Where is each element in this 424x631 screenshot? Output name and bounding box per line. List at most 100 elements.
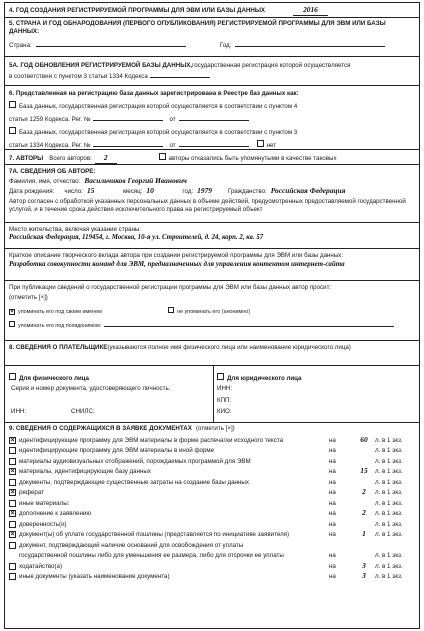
authors-count-label: Всего авторов:: [49, 155, 92, 162]
items-sheets-label: л. в 1 экз.: [375, 499, 403, 507]
dob-label: Дата рождения:: [9, 188, 55, 196]
legal-entity-checkbox[interactable]: [217, 373, 224, 380]
payer-details: Для физического лица Серия и номер докум…: [5, 366, 419, 423]
db-1259-date-field[interactable]: [178, 114, 249, 121]
anonymous-checkbox[interactable]: [168, 306, 174, 313]
items-text: иные материалы:: [19, 499, 70, 507]
items-text: реферат: [19, 489, 44, 497]
tail_items-na-label: на: [329, 573, 336, 581]
exemption-na-label: на: [329, 552, 336, 560]
items-sheets-label: л. в 1 экз.: [375, 436, 403, 444]
update-year-field[interactable]: [149, 71, 210, 79]
items-na-label: на: [329, 499, 336, 507]
section-8: 8. СВЕДЕНИЯ О ПЛАТЕЛЬЩИКЕ (указываются п…: [5, 341, 419, 366]
country-field[interactable]: [35, 40, 186, 47]
items-na-label: на: [329, 510, 336, 518]
items-checkbox[interactable]: [9, 520, 16, 528]
items-text: материалы аудиовизуальных отображений, п…: [19, 457, 251, 465]
items-checkbox[interactable]: ×: [9, 436, 16, 444]
year-value[interactable]: 1979: [197, 186, 212, 196]
items-checkbox[interactable]: ×: [9, 531, 16, 539]
db-1259-regno-field[interactable]: [93, 114, 164, 121]
items-checkbox[interactable]: [9, 447, 16, 455]
section-8-subtitle: (указываются полное имя физического лица…: [107, 344, 351, 351]
tail_items-sheet-count[interactable]: 3: [353, 571, 375, 581]
items-sheet-count[interactable]: 2: [353, 487, 375, 497]
tail_items-text: ходатайство(а): [19, 562, 63, 570]
creation-year-value[interactable]: 2016: [293, 5, 328, 16]
items-checkbox[interactable]: ×: [9, 489, 16, 497]
no-checkbox[interactable]: [256, 139, 264, 147]
documents-list: × идентифицирующие программу для ЭВМ мате…: [9, 435, 415, 540]
section-5a: 5А. ГОД ОБНОВЛЕНИЯ РЕГИСТРИРУЕМОЙ БАЗЫ Д…: [5, 57, 419, 86]
db-1334-checkbox[interactable]: [9, 127, 16, 135]
publication-year-field[interactable]: [235, 40, 386, 47]
kpp-label: КПП:: [217, 396, 232, 404]
own-name-label: упоминать его под своим именем: [18, 308, 102, 315]
month-value[interactable]: 10: [146, 186, 170, 196]
section-9-title: 9. СВЕДЕНИЯ О СОДЕРЖАЩИХСЯ В ЗАЯВКЕ ДОКУ…: [9, 425, 192, 432]
pseudonym-checkbox[interactable]: [9, 321, 15, 328]
tail_items-checkbox[interactable]: [9, 573, 16, 581]
day-value[interactable]: 15: [87, 186, 111, 196]
section-7a-title: 7А. СВЕДЕНИЯ ОБ АВТОРЕ:: [9, 168, 96, 175]
contribution-value[interactable]: Разработка совокупности команд для ЭВМ, …: [9, 260, 415, 269]
items-checkbox[interactable]: [9, 478, 16, 486]
items-checkbox[interactable]: ×: [9, 468, 16, 476]
documents-tail-list: ходатайство(а) на 3 л. в 1 экз. иные докумен…: [9, 561, 415, 582]
authors-refused-label: авторы отказались быть упомянутыми в кач…: [168, 155, 337, 162]
authors-refused-checkbox[interactable]: [158, 153, 166, 160]
db-1259-from-label: от: [169, 115, 176, 123]
db-1334-date-field[interactable]: [178, 140, 249, 147]
month-label: месяц:: [123, 188, 143, 196]
section-5: 5. СТРАНА И ГОД ОБНАРОДОВАНИЯ (ПЕРВОГО О…: [5, 18, 419, 57]
items-text: документы, подтверждающие существенные з…: [19, 478, 249, 486]
own-name-checkbox[interactable]: ×: [9, 308, 15, 315]
no-label: нет: [266, 141, 277, 149]
registration-form: 4. ГОД СОЗДАНИЯ РЕГИСТРИРУЕМОЙ ПРОГРАММЫ…: [4, 2, 420, 629]
contribution-label: Краткое описание творческого вклада авто…: [9, 252, 344, 259]
items-text: дополнение к заявлению: [19, 510, 91, 518]
items-sheet-count[interactable]: 15: [353, 466, 375, 476]
items-checkbox[interactable]: [9, 457, 16, 465]
db-1334-text: База данных, государственная регистрация…: [19, 129, 298, 137]
section-5a-title: 5А. ГОД ОБНОВЛЕНИЯ РЕГИСТРИРУЕМОЙ БАЗЫ Д…: [9, 62, 193, 69]
items-na-label: на: [329, 520, 336, 528]
items-row: × документ(ы) об уплате государственной п…: [9, 529, 415, 541]
items-checkbox[interactable]: ×: [9, 510, 16, 518]
tail_items-sheets-label: л. в 1 экз.: [375, 573, 403, 581]
year-label: год:: [182, 188, 194, 196]
section-5a-text2: в соответствии с пунктом 3 статьи 1334 К…: [9, 73, 148, 81]
items-row: × идентифицирующие программу для ЭВМ мате…: [9, 435, 415, 446]
items-sheet-count[interactable]: 60: [353, 435, 375, 445]
tail_items-checkbox[interactable]: [9, 562, 16, 570]
pseudonym-field[interactable]: [104, 321, 395, 328]
db-1259-checkbox[interactable]: [9, 101, 16, 109]
citizenship-value[interactable]: Российская Федерация: [271, 186, 346, 196]
items-na-label: на: [329, 468, 336, 476]
tail_items-sheet-count[interactable]: 3: [353, 561, 375, 571]
section-9-mark-label: (отметить [×]): [195, 425, 235, 432]
db-1334-regno-field[interactable]: [93, 140, 164, 147]
section-5-title: 5. СТРАНА И ГОД ОБНАРОДОВАНИЯ (ПЕРВОГО О…: [9, 20, 386, 36]
legal-entity-label: Для юридического лица: [227, 375, 302, 382]
publish-mark-label: (отметить [×]): [9, 294, 48, 302]
individual-checkbox[interactable]: [9, 373, 16, 380]
items-sheet-count[interactable]: 1: [353, 529, 375, 539]
snils-label: СНИЛС:: [71, 407, 95, 415]
db-1259-text: База данных, государственная регистрация…: [19, 103, 298, 111]
exemption-checkbox[interactable]: [9, 541, 16, 549]
pseudonym-label: упоминать его под псевдонимом:: [18, 323, 102, 330]
residence-value[interactable]: Российская Федерация, 119454, г. Москва,…: [9, 234, 415, 242]
anonymous-label: не упоминать его (анонимно): [177, 308, 251, 315]
section-9: 9. СВЕДЕНИЯ О СОДЕРЖАЩИХСЯ В ЗАЯВКЕ ДОКУ…: [5, 423, 419, 584]
fio-value[interactable]: Васильчиков Георгий Иванович: [84, 177, 187, 186]
items-row: документы, подтверждающие существенные з…: [9, 477, 415, 488]
authors-count-value[interactable]: 2: [94, 153, 117, 164]
items-sheets-label: л. в 1 экз.: [375, 531, 403, 539]
fio-label: Фамилия, имя, отчество:: [9, 178, 81, 186]
items-sheet-count[interactable]: 2: [353, 508, 375, 518]
items-sheets-label: л. в 1 экз.: [375, 447, 403, 455]
items-sheets-label: л. в 1 экз.: [375, 489, 403, 497]
items-checkbox[interactable]: [9, 499, 16, 507]
